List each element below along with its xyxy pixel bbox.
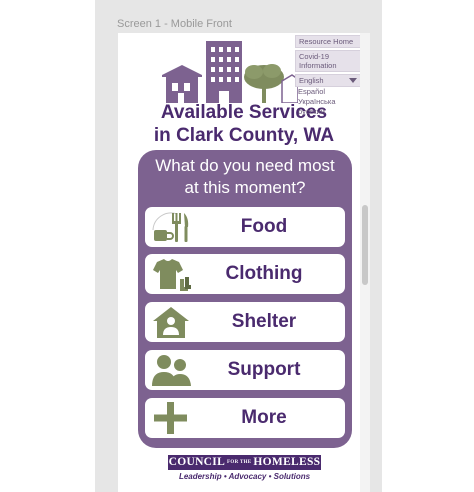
language-select[interactable]: English [295, 74, 361, 87]
language-option-spanish[interactable]: Español [295, 87, 361, 97]
shelter-button[interactable]: Shelter [145, 302, 345, 342]
language-option-russian[interactable]: русский [295, 107, 361, 117]
more-label: More [241, 407, 287, 428]
council-for-the-homeless-logo: COUNCIL FOR THE HOMELESS Leadership • Advo… [168, 455, 321, 481]
fork-knife-cup-icon [152, 212, 189, 242]
question-line1: What do you need most [155, 156, 335, 175]
org-name: COUNCIL FOR THE HOMELESS [168, 455, 321, 470]
city-illustration [162, 41, 298, 103]
scroll-thumb[interactable] [362, 205, 368, 285]
shelter-label: Shelter [231, 311, 297, 332]
language-option-ukrainian[interactable]: Українська [295, 97, 361, 107]
page-title-line2: in Clark County, WA [153, 125, 335, 146]
caret-down-icon [349, 78, 357, 83]
plus-icon [154, 402, 187, 434]
food-label: Food [240, 216, 288, 237]
house-person-icon [153, 307, 189, 338]
frame-label: Screen 1 - Mobile Front [117, 18, 232, 30]
org-tagline: Leadership • Advocacy • Solutions [178, 472, 311, 481]
tshirt-socks-icon [153, 259, 191, 291]
clothing-label: Clothing [225, 263, 303, 284]
services-panel: What do you need most at this moment? Fo… [138, 150, 352, 448]
more-button[interactable]: More [145, 398, 345, 438]
food-button[interactable]: Food [145, 207, 345, 247]
support-button[interactable]: Support [145, 350, 345, 390]
resource-home-button[interactable]: Resource Home [295, 35, 361, 48]
language-selected-value: English [299, 76, 324, 85]
people-icon [152, 355, 191, 386]
side-menu: Resource Home Covid-19 Information Engli… [295, 35, 361, 117]
scrollbar[interactable] [360, 33, 370, 492]
question-line2: at this moment? [184, 178, 306, 197]
support-label: Support [227, 359, 301, 380]
covid-info-button[interactable]: Covid-19 Information [295, 50, 361, 72]
clothing-button[interactable]: Clothing [145, 254, 345, 294]
mobile-screen: Available Services in Clark County, WA R… [118, 33, 370, 492]
